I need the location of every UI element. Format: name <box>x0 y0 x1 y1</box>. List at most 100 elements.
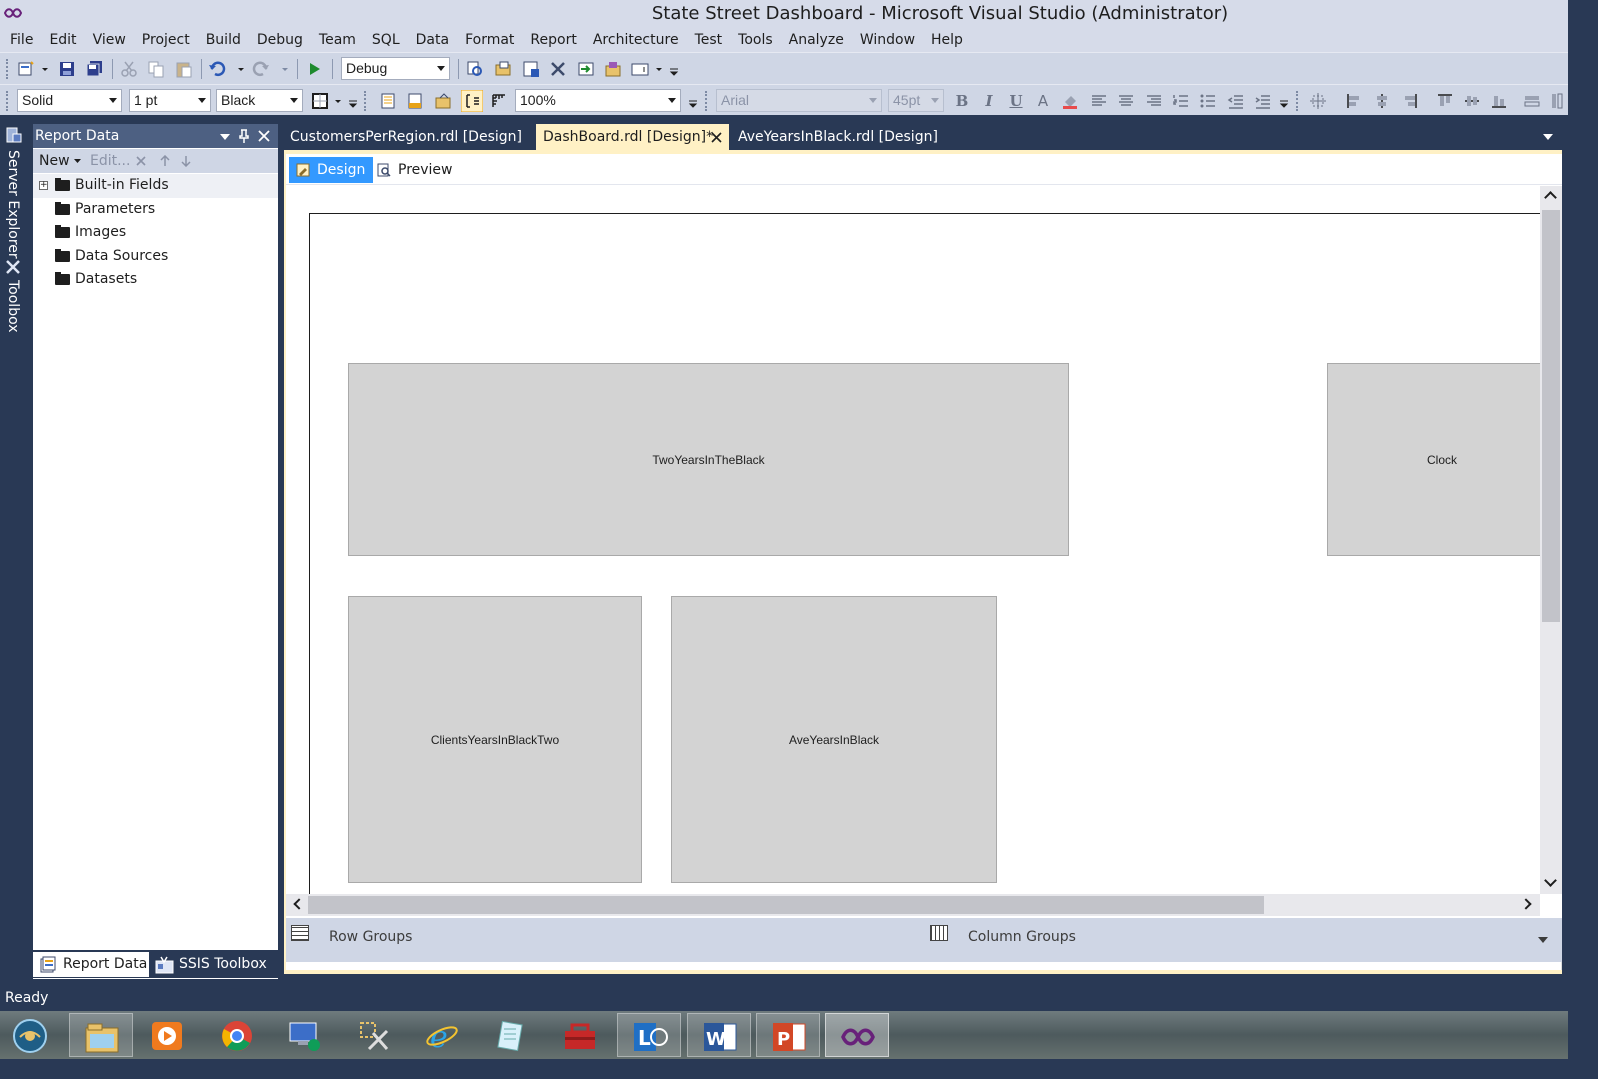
scroll-up-icon[interactable] <box>1544 191 1557 204</box>
design-tab[interactable]: Design <box>289 157 374 183</box>
paste-icon[interactable] <box>175 60 193 78</box>
taskbar-powerpoint[interactable]: P <box>756 1013 820 1057</box>
chevron-down-icon[interactable] <box>333 92 343 110</box>
server-explorer-icon[interactable] <box>4 126 22 144</box>
menu-test[interactable]: Test <box>687 28 731 52</box>
grouping-mode-dropdown-icon[interactable] <box>1538 937 1548 943</box>
doc-tab-customers-per-region[interactable]: CustomersPerRegion.rdl [Design] <box>283 124 530 150</box>
zoom-select[interactable]: 100% <box>515 89 681 112</box>
border-style-select[interactable]: Solid <box>17 89 122 112</box>
subreport-two-years-in-the-black[interactable]: TwoYearsInTheBlack <box>348 363 1069 556</box>
background-color-icon[interactable] <box>1061 92 1079 110</box>
font-size-select[interactable]: 45pt <box>888 89 944 112</box>
scroll-down-icon[interactable] <box>1544 874 1557 887</box>
report-canvas[interactable]: TwoYearsInTheBlack Clock ClientsYearsInB… <box>286 186 1540 894</box>
move-down-icon[interactable] <box>181 155 191 167</box>
border-color-select[interactable]: Black <box>216 89 303 112</box>
save-icon[interactable] <box>58 60 76 78</box>
grouping-icon[interactable] <box>461 90 483 112</box>
toolbar-grip[interactable] <box>1296 91 1300 111</box>
taskbar-file-explorer[interactable] <box>69 1013 133 1057</box>
border-icon[interactable] <box>311 92 329 110</box>
tree-node-built-in-fields[interactable]: + Built-in Fields <box>33 174 278 198</box>
chevron-down-icon[interactable] <box>74 158 81 164</box>
menu-architecture[interactable]: Architecture <box>585 28 687 52</box>
toolbox-tools-icon[interactable] <box>549 60 567 78</box>
align-lefts-icon[interactable] <box>1345 92 1363 110</box>
align-middles-icon[interactable] <box>1463 92 1481 110</box>
increase-indent-icon[interactable] <box>1254 92 1272 110</box>
import-icon[interactable] <box>577 60 595 78</box>
font-name-select[interactable]: Arial <box>716 89 882 112</box>
chevron-down-icon[interactable] <box>236 60 246 78</box>
align-center-icon[interactable] <box>1117 92 1135 110</box>
close-icon[interactable] <box>258 130 270 142</box>
menu-analyze[interactable]: Analyze <box>781 28 852 52</box>
taskbar-word[interactable]: W <box>687 1013 751 1057</box>
align-tops-icon[interactable] <box>1436 92 1454 110</box>
undo-icon[interactable] <box>208 60 226 78</box>
edit-button[interactable]: Edit... <box>90 149 130 173</box>
report-body[interactable]: TwoYearsInTheBlack Clock ClientsYearsInB… <box>309 213 1540 894</box>
font-color-button[interactable]: A <box>1032 91 1054 111</box>
vertical-scroll-thumb[interactable] <box>1542 210 1560 622</box>
doc-tab-dashboard[interactable]: DashBoard.rdl [Design]* <box>536 124 729 150</box>
toolbar-grip[interactable] <box>705 91 709 111</box>
subreport-clients-years-in-black-two[interactable]: ClientsYearsInBlackTwo <box>348 596 642 883</box>
align-rights-icon[interactable] <box>1401 92 1419 110</box>
chevron-down-icon[interactable] <box>654 60 664 78</box>
taskbar-remote-desktop[interactable] <box>272 1013 336 1057</box>
command-window-icon[interactable] <box>631 60 649 78</box>
find-in-files-icon[interactable] <box>466 60 484 78</box>
align-bottoms-icon[interactable] <box>1490 92 1508 110</box>
bold-button[interactable]: B <box>951 91 973 111</box>
report-data-panel-tab[interactable]: Report Data <box>33 952 149 977</box>
new-dropdown-button[interactable]: New <box>39 149 70 173</box>
subreport-ave-years-in-black[interactable]: AveYearsInBlack <box>671 596 997 883</box>
align-left-icon[interactable] <box>1090 92 1108 110</box>
chevron-down-icon[interactable] <box>280 60 290 78</box>
cut-icon[interactable] <box>120 60 138 78</box>
start-button[interactable] <box>0 1013 62 1057</box>
server-explorer-tab[interactable]: Server Explorer <box>2 150 24 259</box>
menu-report[interactable]: Report <box>522 28 584 52</box>
new-project-icon[interactable] <box>17 60 35 78</box>
make-same-height-icon[interactable] <box>1548 92 1566 110</box>
toolbar-overflow-icon[interactable] <box>1279 92 1289 110</box>
package-icon[interactable] <box>604 60 622 78</box>
menu-sql[interactable]: SQL <box>364 28 408 52</box>
toolbar-overflow-icon[interactable] <box>688 92 698 110</box>
pin-icon[interactable] <box>238 129 250 143</box>
menu-file[interactable]: File <box>2 28 41 52</box>
toolbar-grip[interactable] <box>6 91 10 111</box>
expand-icon[interactable]: + <box>39 181 48 190</box>
toolbar-grip[interactable] <box>6 59 10 79</box>
panel-menu-dropdown-icon[interactable] <box>219 132 231 142</box>
ruler-icon[interactable] <box>490 92 508 110</box>
toolbar-overflow-icon[interactable] <box>348 92 358 110</box>
tree-node-data-sources[interactable]: Data Sources <box>33 245 278 269</box>
align-to-grid-icon[interactable] <box>1309 92 1327 110</box>
tab-list-dropdown-icon[interactable] <box>1543 134 1553 140</box>
ssis-toolbox-panel-tab[interactable]: SSIS Toolbox <box>151 952 278 977</box>
horizontal-scrollbar[interactable] <box>286 894 1540 916</box>
menu-view[interactable]: View <box>85 28 134 52</box>
redo-icon[interactable] <box>252 60 270 78</box>
taskbar-notepad[interactable] <box>478 1013 542 1057</box>
delete-icon[interactable] <box>136 156 146 166</box>
align-centers-icon[interactable] <box>1373 92 1391 110</box>
taskbar-chrome[interactable] <box>205 1013 269 1057</box>
scroll-left-icon[interactable] <box>293 898 305 910</box>
start-debugging-icon[interactable] <box>305 60 323 78</box>
report-body-icon[interactable] <box>379 92 397 110</box>
menu-help[interactable]: Help <box>923 28 971 52</box>
taskbar-media-player[interactable] <box>135 1013 199 1057</box>
underline-button[interactable]: U <box>1005 91 1027 111</box>
taskbar-internet-explorer[interactable]: e <box>410 1013 474 1057</box>
menu-tools[interactable]: Tools <box>730 28 781 52</box>
doc-tab-ave-years-in-black[interactable]: AveYearsInBlack.rdl [Design] <box>731 124 938 150</box>
align-right-icon[interactable] <box>1145 92 1163 110</box>
preview-tab[interactable]: Preview <box>370 157 461 183</box>
bulleted-list-icon[interactable] <box>1199 92 1217 110</box>
menu-debug[interactable]: Debug <box>249 28 311 52</box>
